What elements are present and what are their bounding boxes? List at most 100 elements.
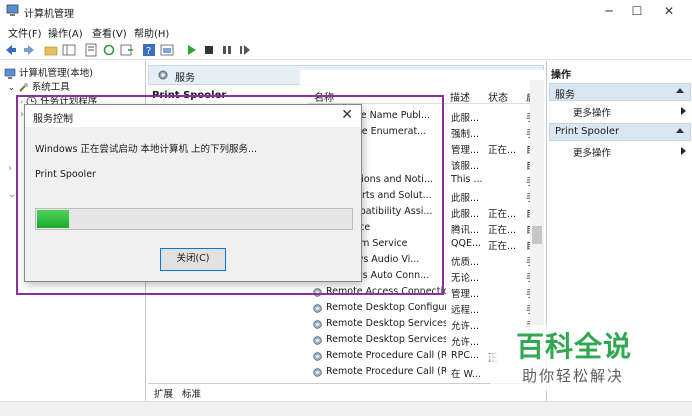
status-bar: [0, 401, 692, 416]
progress-fill: [37, 210, 69, 228]
close-button[interactable]: ✕: [646, 0, 692, 22]
service-description: 此服...: [451, 209, 480, 220]
actions-section-services-label: 服务: [555, 90, 575, 101]
service-status: 正在...: [488, 145, 517, 156]
tools-icon: [19, 83, 28, 92]
up-folder-icon[interactable]: [44, 43, 58, 57]
service-status: 正在...: [488, 225, 517, 236]
refresh-icon[interactable]: [102, 43, 116, 57]
selected-service-title: Print Spooler: [152, 90, 227, 101]
computer-management-icon: [6, 4, 19, 16]
service-gear-icon: [313, 288, 322, 297]
chevron-down-icon[interactable]: ⌄: [8, 189, 16, 200]
table-row[interactable]: Remote Desktop Configur...远程...手: [308, 300, 538, 316]
table-row[interactable]: Remote Access Connectio...管理...手: [308, 284, 538, 300]
service-description: This ...: [451, 174, 483, 185]
service-description: 强制...: [451, 129, 480, 140]
tab-extended[interactable]: 扩展: [154, 386, 173, 400]
service-description: 此服...: [451, 113, 480, 124]
service-description: 优质...: [451, 257, 480, 268]
service-description: 该服...: [451, 161, 480, 172]
service-status: 正在...: [488, 241, 517, 252]
service-description: 此服...: [451, 193, 480, 204]
tree-system-tools[interactable]: ⌄ 系统工具: [8, 79, 70, 93]
service-description: 腾讯...: [451, 225, 480, 236]
service-name: Remote Desktop Services ...: [326, 334, 446, 345]
column-name[interactable]: 名称: [314, 89, 334, 104]
chevron-right-icon[interactable]: ›: [8, 163, 12, 174]
menu-action[interactable]: 操作(A): [48, 25, 83, 40]
service-gear-icon: [313, 304, 322, 313]
column-status[interactable]: 状态: [488, 89, 508, 104]
actions-header: 操作: [551, 70, 571, 81]
toolbar: ?: [0, 40, 692, 60]
watermark: 百科全说 助你轻松解决: [490, 325, 686, 391]
forward-icon[interactable]: [22, 43, 36, 57]
service-description: 管理...: [451, 289, 480, 300]
service-control-dialog: 服务控制 ✕ Windows 正在尝试启动 本地计算机 上的下列服务... Pr…: [24, 104, 362, 282]
actions-section-print-spooler[interactable]: Print Spooler: [549, 123, 691, 141]
services-header-label: 服务: [175, 73, 195, 84]
column-headers: 名称 描述 状态 启: [308, 86, 544, 104]
service-name: Remote Desktop Services: [326, 318, 446, 329]
service-gear-icon: [313, 352, 322, 361]
service-name: Remote Desktop Configur...: [326, 302, 446, 313]
view-icon[interactable]: [160, 43, 174, 57]
back-icon[interactable]: [4, 43, 18, 57]
dialog-title: 服务控制: [33, 114, 73, 125]
more-actions-print-spooler[interactable]: 更多操作: [573, 145, 611, 159]
collapse-icon[interactable]: [676, 128, 684, 133]
chevron-right-icon[interactable]: ›: [20, 97, 23, 106]
restart-service-icon[interactable]: [238, 43, 252, 57]
watermark-title: 百科全说: [516, 330, 633, 363]
actions-section-services[interactable]: 服务: [549, 83, 691, 101]
stop-service-icon[interactable]: [202, 43, 216, 57]
dialog-title-bar: 服务控制 ✕: [25, 105, 361, 127]
service-name: Remote Procedure Call (R...: [326, 350, 446, 361]
submenu-arrow-icon: [681, 147, 686, 155]
pause-service-icon[interactable]: [220, 43, 234, 57]
service-gear-icon: [313, 368, 322, 377]
start-progress-bar: [35, 208, 353, 230]
service-description: QQE...: [451, 238, 482, 249]
tree-root-label: 计算机管理(本地): [19, 68, 93, 79]
submenu-arrow-icon: [681, 107, 686, 115]
tab-standard[interactable]: 标准: [182, 386, 201, 400]
dialog-message: Windows 正在尝试启动 本地计算机 上的下列服务...: [35, 144, 258, 155]
gear-icon: [158, 70, 168, 80]
service-description: RPC...: [451, 350, 480, 361]
service-description: 允许...: [451, 337, 480, 348]
chevron-down-icon[interactable]: ⌄: [8, 83, 15, 92]
menu-help[interactable]: 帮助(H): [134, 25, 169, 40]
service-name: Remote Procedure Call (R...: [326, 366, 446, 377]
properties-icon[interactable]: [84, 43, 98, 57]
more-actions-services[interactable]: 更多操作: [573, 105, 611, 119]
scrollbar-thumb[interactable]: [532, 226, 542, 244]
dialog-close-icon[interactable]: ✕: [341, 107, 353, 123]
menu-file[interactable]: 文件(F): [8, 25, 42, 40]
computer-icon: [4, 68, 16, 79]
service-description: 管理...: [451, 145, 480, 156]
tree-root[interactable]: 计算机管理(本地): [4, 65, 93, 79]
window-title: 计算机管理: [24, 9, 74, 20]
service-gear-icon: [313, 320, 322, 329]
column-description[interactable]: 描述: [450, 89, 470, 104]
service-name: Remote Access Connectio...: [326, 286, 446, 297]
menu-view[interactable]: 查看(V): [92, 25, 127, 40]
dialog-close-button[interactable]: 关闭(C): [160, 248, 226, 271]
collapse-icon[interactable]: [676, 88, 684, 93]
show-tree-icon[interactable]: [62, 43, 76, 57]
view-tabs: 扩展 标准: [148, 383, 544, 401]
service-description: 远程...: [451, 305, 480, 316]
export-icon[interactable]: [120, 43, 134, 57]
service-description: 在 W...: [451, 369, 481, 380]
start-service-icon[interactable]: [184, 43, 198, 57]
dialog-service-name: Print Spooler: [35, 169, 96, 180]
service-gear-icon: [313, 336, 322, 345]
service-status: 正在...: [488, 209, 517, 220]
menu-bar: 文件(F) 操作(A) 查看(V) 帮助(H): [0, 22, 692, 40]
watermark-subtitle: 助你轻松解决: [522, 367, 625, 385]
title-bar: 计算机管理 ─ ☐ ✕: [0, 0, 692, 22]
service-description: 允许...: [451, 321, 480, 332]
help-icon[interactable]: ?: [142, 43, 156, 57]
